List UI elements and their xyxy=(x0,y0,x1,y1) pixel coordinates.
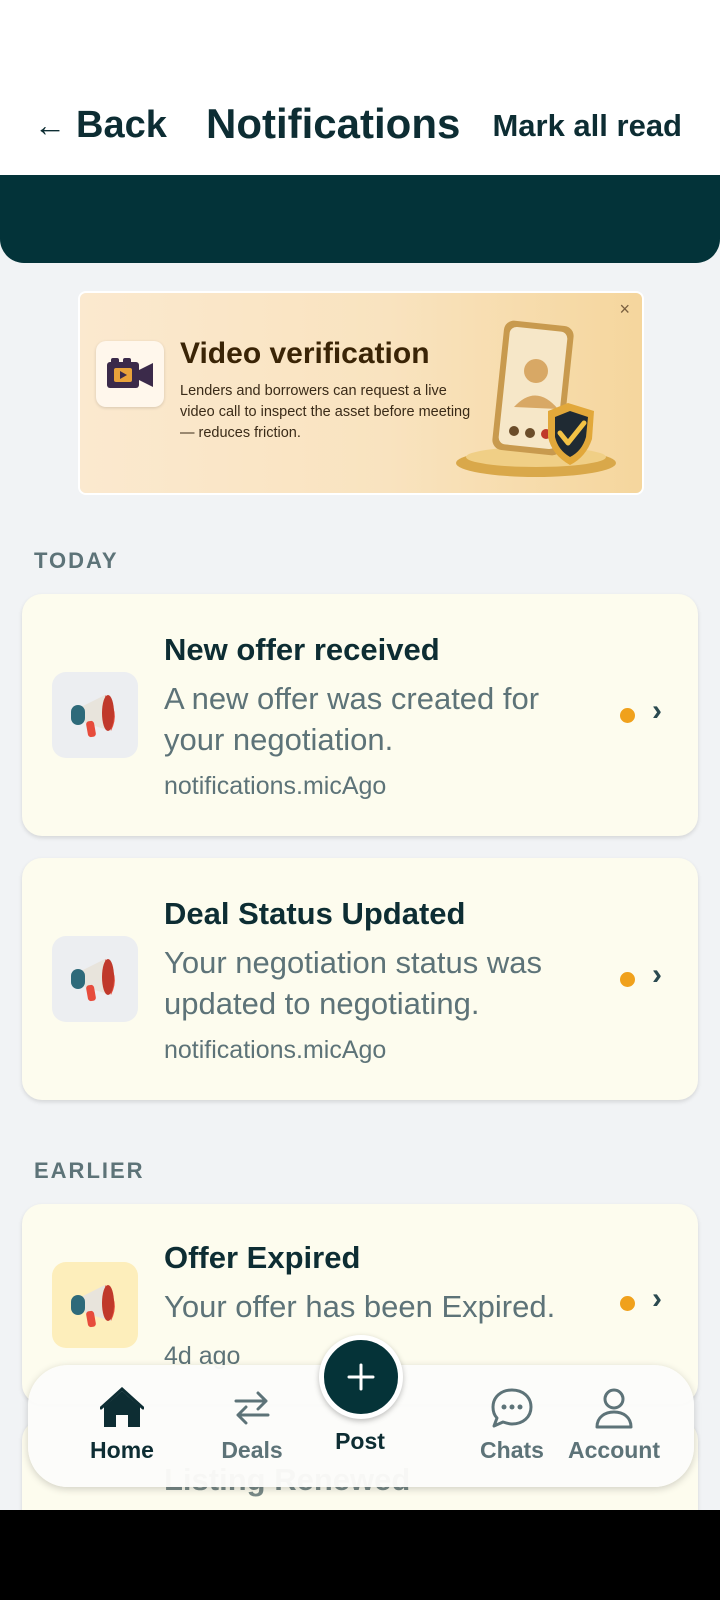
chevron-right-icon: › xyxy=(652,694,662,727)
video-verification-banner[interactable]: Video verification Lenders and borrowers… xyxy=(80,293,642,493)
unread-dot xyxy=(620,708,635,723)
nav-home-label: Home xyxy=(90,1437,154,1463)
chat-bubble-icon xyxy=(491,1388,533,1428)
chevron-right-icon: › xyxy=(652,1282,662,1315)
nav-account[interactable]: Account xyxy=(552,1387,676,1464)
swap-arrows-icon xyxy=(234,1391,270,1425)
notification-time: notifications.micAgo xyxy=(164,1036,387,1064)
megaphone-icon xyxy=(52,1262,138,1348)
section-label-today: TODAY xyxy=(34,548,119,573)
notification-title: Deal Status Updated xyxy=(164,896,466,931)
notification-time: notifications.micAgo xyxy=(164,772,387,800)
nav-deals-label: Deals xyxy=(221,1437,283,1463)
nav-account-label: Account xyxy=(568,1437,660,1463)
notification-body: Your negotiation status was updated to n… xyxy=(164,945,542,1021)
notification-card[interactable]: New offer received A new offer was creat… xyxy=(22,594,698,836)
notification-title: New offer received xyxy=(164,632,440,667)
banner-description: Lenders and borrowers can request a live… xyxy=(180,383,471,441)
section-label-earlier: EARLIER xyxy=(34,1158,145,1183)
notification-card[interactable]: Deal Status Updated Your negotiation sta… xyxy=(22,858,698,1100)
page-title: Notifications xyxy=(206,100,461,147)
system-navigation-bar xyxy=(0,1510,720,1600)
unread-dot xyxy=(620,1296,635,1311)
nav-deals[interactable]: Deals xyxy=(192,1387,312,1464)
back-arrow-icon: ← xyxy=(34,107,66,143)
unread-dot xyxy=(620,972,635,987)
person-icon xyxy=(595,1388,633,1429)
notification-body: A new offer was created for your negotia… xyxy=(164,681,540,757)
video-camera-icon xyxy=(96,341,164,407)
chevron-right-icon: › xyxy=(652,958,662,991)
megaphone-icon xyxy=(52,672,138,758)
home-icon xyxy=(100,1387,144,1427)
nav-home[interactable]: Home xyxy=(62,1387,182,1464)
phone-shield-illustration xyxy=(456,320,616,477)
header-band xyxy=(0,175,720,263)
status-bar-area xyxy=(0,0,720,90)
notification-title: Offer Expired xyxy=(164,1240,361,1275)
nav-post-label: Post xyxy=(335,1428,385,1454)
notification-body: Your offer has been Expired. xyxy=(164,1289,556,1324)
top-header: ← Back Notifications Mark all read xyxy=(0,90,720,175)
megaphone-icon xyxy=(52,936,138,1022)
back-label: Back xyxy=(76,104,167,146)
mark-all-read-button[interactable]: Mark all read xyxy=(492,108,682,144)
post-button[interactable] xyxy=(319,1335,403,1419)
banner-title: Video verification xyxy=(180,337,430,370)
nav-chats-label: Chats xyxy=(480,1437,544,1463)
back-button[interactable]: ← Back xyxy=(34,104,167,147)
plus-icon xyxy=(347,1363,375,1391)
